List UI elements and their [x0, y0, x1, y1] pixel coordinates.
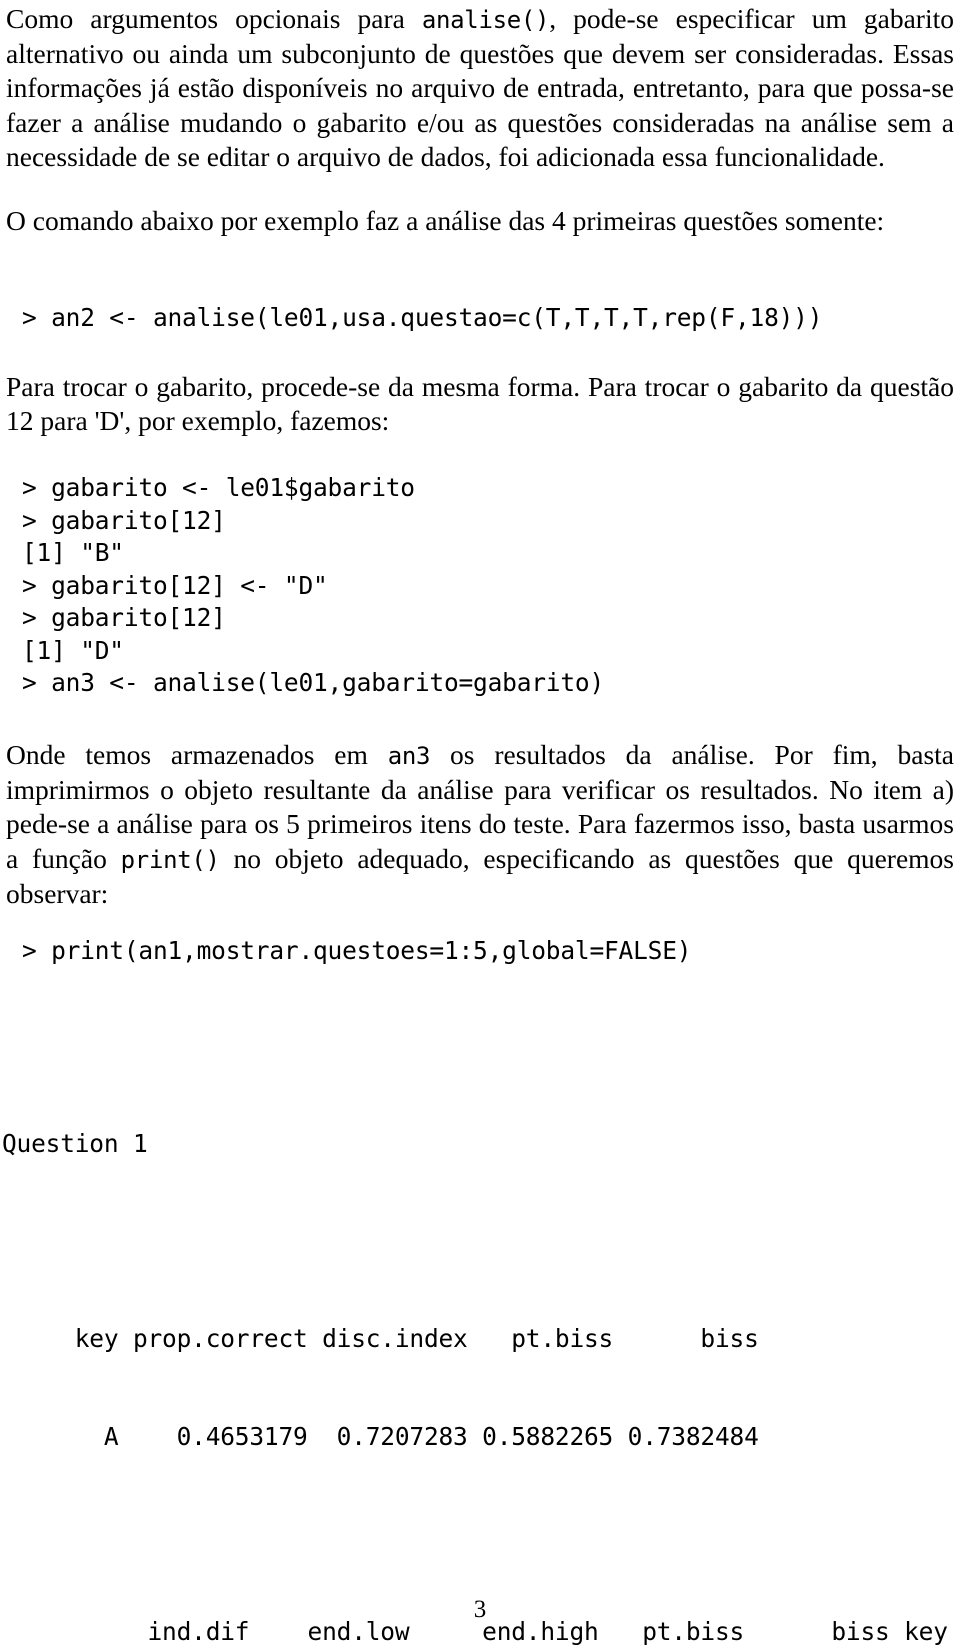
paragraph-print-results: Onde temos armazenados em an3 os resulta… [6, 738, 954, 911]
paragraph-intro-text-1: Como argumentos opcionais para [6, 3, 422, 34]
output-table1-header: key prop.correct disc.index pt.biss biss [2, 1324, 759, 1353]
paragraph-print-text-1: Onde temos armazenados em [6, 739, 388, 770]
paragraph-intro: Como argumentos opcionais para analise()… [6, 2, 954, 174]
page-number: 3 [473, 1596, 487, 1623]
inline-code-an3: an3 [387, 742, 431, 770]
paragraph-change-key: Para trocar o gabarito, procede-se da me… [6, 371, 954, 437]
output-question-heading: Question 1 [2, 1129, 148, 1158]
code-block-print-an1: > print(an1,mostrar.questoes=1:5,global=… [22, 936, 692, 965]
output-table1-row: A 0.4653179 0.7207283 0.5882265 0.738248… [2, 1421, 759, 1451]
output-spacer-1 [2, 1226, 948, 1259]
inline-code-print: print() [120, 845, 220, 874]
paragraph-command-example: O comando abaixo por exemplo faz a análi… [6, 205, 885, 236]
code-block-gabarito: > gabarito <- le01$gabarito > gabarito[1… [22, 473, 605, 697]
inline-code-analise: analise() [421, 6, 550, 34]
code-block-analise-usa-questao: > an2 <- analise(le01,usa.questao=c(T,T,… [22, 303, 823, 332]
output-spacer-2 [2, 1518, 948, 1551]
document-page: Como argumentos opcionais para analise()… [0, 0, 960, 1651]
console-output: Question 1 key prop.correct disc.index p… [2, 1063, 948, 1651]
